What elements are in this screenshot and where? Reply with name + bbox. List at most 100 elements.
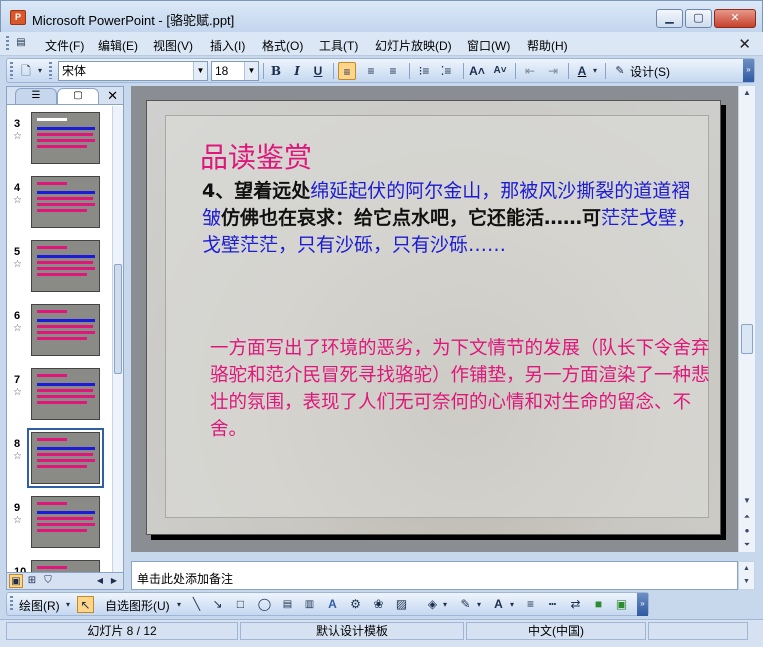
- align-center-icon[interactable]: ≡: [362, 62, 380, 80]
- animation-star-icon[interactable]: ☆: [13, 451, 22, 462]
- panel-scroll-thumb[interactable]: [114, 264, 122, 374]
- slide-analysis-text[interactable]: 一方面写出了环境的恶劣，为下文情节的发展（队长下令舍弃骆驼和范介民冒死寻找骆驼）…: [210, 335, 710, 443]
- close-button[interactable]: ✕: [714, 9, 756, 28]
- thumbnail-preview[interactable]: [27, 428, 104, 488]
- thumbnail-preview[interactable]: [31, 560, 100, 572]
- select-pointer-icon[interactable]: ↖: [77, 596, 94, 613]
- font-size-select[interactable]: 18 ▼: [211, 61, 259, 81]
- draw-menu-button[interactable]: 绘图(R): [19, 597, 60, 614]
- slide-thumbnail[interactable]: 6 ☆: [7, 304, 113, 362]
- arrow-style-icon[interactable]: ⇄: [567, 596, 584, 613]
- chevron-down-icon[interactable]: ▾: [174, 596, 184, 613]
- wordart-icon[interactable]: A: [324, 596, 341, 613]
- document-icon[interactable]: ▤: [12, 34, 30, 52]
- clip-art-icon[interactable]: ❀: [370, 596, 387, 613]
- drawing-grip-icon[interactable]: [10, 596, 13, 612]
- scroll-down-icon[interactable]: ▼: [739, 494, 755, 508]
- slide-thumbnail[interactable]: 7 ☆: [7, 368, 113, 426]
- menu-slideshow[interactable]: 幻灯片放映(D): [375, 37, 452, 54]
- design-icon[interactable]: ✎: [611, 62, 629, 80]
- new-document-icon[interactable]: 🗋: [17, 62, 35, 80]
- align-right-icon[interactable]: ≡: [384, 62, 402, 80]
- slide-sorter-view-icon[interactable]: ⊞: [25, 574, 39, 588]
- fill-color-icon[interactable]: ◈: [424, 596, 441, 613]
- notes-scrollbar[interactable]: ▲ ▼: [738, 561, 755, 590]
- bulleted-list-icon[interactable]: ⁚≡: [437, 62, 455, 80]
- line-style-icon[interactable]: ≡: [522, 596, 539, 613]
- minimize-button[interactable]: ▁: [656, 9, 683, 28]
- slide-thumbnail[interactable]: 10☆: [7, 560, 113, 572]
- document-close-icon[interactable]: ✕: [738, 35, 751, 53]
- animation-star-icon[interactable]: ☆: [13, 515, 22, 526]
- align-left-icon[interactable]: ≡: [338, 62, 356, 80]
- design-button[interactable]: 设计(S): [630, 63, 670, 80]
- text-box-icon[interactable]: ▤: [279, 596, 296, 613]
- shadow-style-icon[interactable]: ■: [590, 596, 607, 613]
- toolbar-overflow-icon[interactable]: »: [743, 59, 754, 82]
- chevron-down-icon[interactable]: ▾: [474, 596, 484, 613]
- chevron-down-icon[interactable]: ▾: [63, 596, 73, 613]
- menu-view[interactable]: 视图(V): [153, 37, 193, 54]
- slide-scrollbar[interactable]: ▲ ▼ ⏶ ● ⏷: [738, 86, 755, 552]
- animation-star-icon[interactable]: ☆: [13, 195, 22, 206]
- powerpoint-app-icon[interactable]: P: [10, 10, 26, 25]
- current-slide[interactable]: 品读鉴赏 4、望着远处绵延起伏的阿尔金山，那被风沙撕裂的道道褶皱仿佛也在哀求：给…: [146, 100, 721, 535]
- decrease-font-size-icon[interactable]: A˅: [491, 62, 509, 80]
- thumbnail-preview[interactable]: [31, 496, 100, 548]
- increase-indent-icon[interactable]: ⇥: [544, 62, 562, 80]
- menu-insert[interactable]: 插入(I): [210, 37, 245, 54]
- normal-view-icon[interactable]: ▣: [9, 574, 23, 588]
- dash-style-icon[interactable]: ┅: [544, 596, 561, 613]
- slide-heading[interactable]: 品读鉴赏: [200, 136, 312, 176]
- font-color-icon[interactable]: A: [573, 62, 591, 80]
- increase-font-size-icon[interactable]: A˄: [468, 62, 486, 80]
- slide-thumbnail[interactable]: 5 ☆: [7, 240, 113, 298]
- chevron-down-icon[interactable]: ▼: [193, 62, 207, 80]
- menu-format[interactable]: 格式(O): [262, 37, 303, 54]
- decrease-indent-icon[interactable]: ⇤: [521, 62, 539, 80]
- maximize-button[interactable]: ▢: [685, 9, 712, 28]
- line-color-icon[interactable]: ✎: [457, 596, 474, 613]
- picture-icon[interactable]: ▨: [393, 596, 410, 613]
- diagram-icon[interactable]: ⚙: [347, 596, 364, 613]
- slide-scroll-thumb[interactable]: [741, 324, 753, 354]
- menu-help[interactable]: 帮助(H): [527, 37, 568, 54]
- chevron-down-icon[interactable]: ▾: [507, 596, 517, 613]
- menu-grip-icon[interactable]: [6, 36, 9, 52]
- underline-button[interactable]: U: [309, 62, 327, 80]
- menu-file[interactable]: 文件(F): [45, 37, 84, 54]
- slide-thumbnail[interactable]: 9 ☆: [7, 496, 113, 554]
- chevron-down-icon[interactable]: ▾: [440, 596, 450, 613]
- bold-button[interactable]: B: [267, 62, 285, 80]
- panel-scrollbar[interactable]: [112, 106, 123, 572]
- menu-window[interactable]: 窗口(W): [467, 37, 510, 54]
- notes-pane[interactable]: 单击此处添加备注: [131, 561, 738, 590]
- toolbar-options-chevron-icon[interactable]: ▾: [35, 62, 45, 80]
- scroll-up-icon[interactable]: ▲: [739, 86, 755, 100]
- previous-slide-icon[interactable]: ⏶: [739, 510, 755, 524]
- slideshow-view-icon[interactable]: ⛉: [41, 574, 55, 588]
- drawing-toolbar-overflow-icon[interactable]: »: [637, 593, 648, 616]
- toolbar-grip-icon[interactable]: [10, 62, 13, 79]
- thumbnail-preview[interactable]: [31, 176, 100, 228]
- italic-button[interactable]: I: [288, 62, 306, 80]
- vertical-text-box-icon[interactable]: ▥: [301, 596, 318, 613]
- font-color-icon[interactable]: A: [490, 596, 507, 613]
- font-name-select[interactable]: 宋体 ▼: [58, 61, 208, 81]
- animation-star-icon[interactable]: ☆: [13, 323, 22, 334]
- numbered-list-icon[interactable]: ⁝≡: [415, 62, 433, 80]
- line-icon[interactable]: ╲: [188, 596, 205, 613]
- thumbnail-preview[interactable]: [31, 240, 100, 292]
- chevron-down-icon[interactable]: ▼: [244, 62, 258, 80]
- oval-icon[interactable]: ◯: [256, 596, 273, 613]
- panel-close-icon[interactable]: ✕: [107, 88, 118, 104]
- animation-star-icon[interactable]: ☆: [13, 131, 22, 142]
- arrow-icon[interactable]: ↘: [209, 596, 226, 613]
- tab-slides[interactable]: ▢: [57, 88, 99, 104]
- select-browse-object-icon[interactable]: ●: [739, 524, 755, 538]
- tab-outline[interactable]: ☰: [15, 88, 57, 104]
- slide-thumbnail[interactable]: 8 ☆: [7, 428, 113, 490]
- animation-star-icon[interactable]: ☆: [13, 259, 22, 270]
- design-template-name[interactable]: 默认设计模板: [240, 622, 464, 640]
- notes-placeholder[interactable]: 单击此处添加备注: [137, 570, 233, 587]
